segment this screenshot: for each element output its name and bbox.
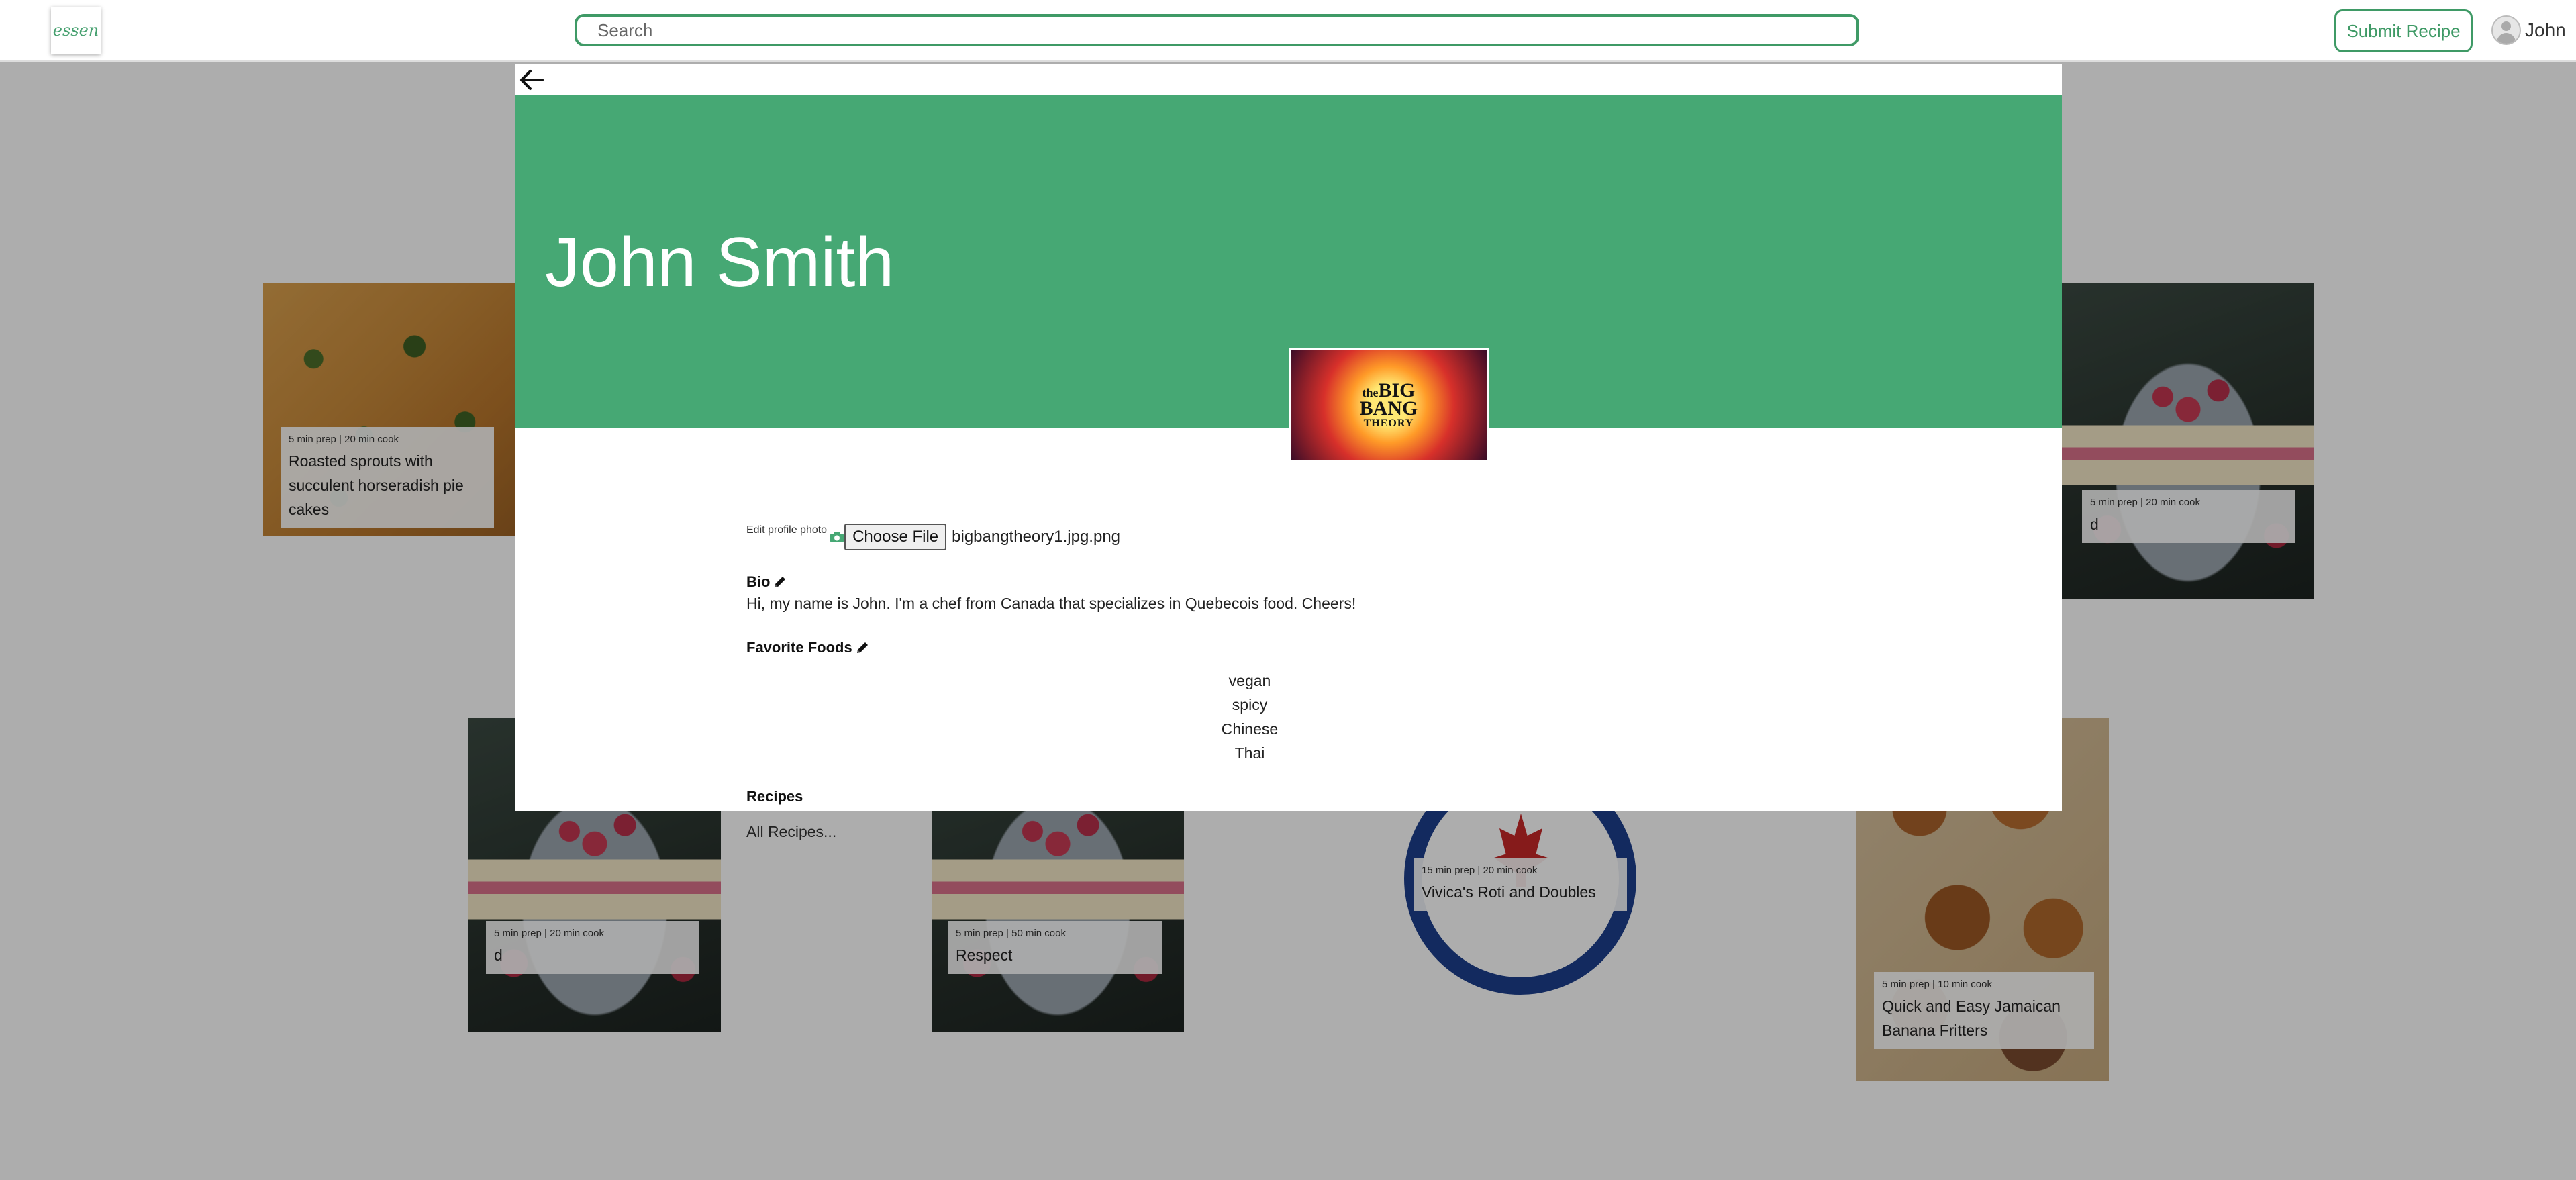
bio-heading: Bio — [746, 573, 787, 591]
edit-profile-photo-row: Edit profile photo Choose File bigbangth… — [746, 524, 1120, 550]
favorite-food-item: spicy — [1232, 696, 1268, 714]
choose-file-button[interactable]: Choose File — [844, 524, 947, 550]
user-menu[interactable]: John — [2491, 15, 2566, 46]
top-navbar: essen Submit Recipe John — [0, 0, 2576, 62]
favorite-food-item: Chinese — [1221, 720, 1279, 738]
edit-profile-photo-label: Edit profile photo — [746, 524, 828, 536]
profile-name: John Smith — [545, 224, 895, 301]
bio-text: Hi, my name is John. I'm a chef from Can… — [746, 595, 1356, 612]
profile-modal: John Smith theBIG BANG THEORY Edit profi… — [515, 64, 2062, 840]
favorite-foods-heading: Favorite Foods — [746, 639, 870, 656]
edit-bio-pencil-icon[interactable] — [773, 575, 787, 589]
camera-icon — [830, 532, 844, 542]
recipes-heading: Recipes — [746, 788, 803, 805]
page: essen Submit Recipe John 5 min prep | 20… — [0, 0, 2576, 1180]
search-input[interactable] — [575, 14, 1859, 46]
profile-photo-logo: theBIG BANG THEORY — [1359, 379, 1418, 429]
favorite-foods-list: vegan spicy Chinese Thai — [746, 669, 1753, 765]
submit-recipe-button[interactable]: Submit Recipe — [2334, 9, 2473, 52]
back-arrow-icon[interactable] — [518, 67, 545, 93]
profile-photo: theBIG BANG THEORY — [1289, 348, 1489, 462]
user-name: John — [2525, 19, 2566, 40]
favorite-food-item: vegan — [1228, 672, 1271, 689]
essen-logo[interactable]: essen — [51, 7, 101, 54]
favorite-food-item: Thai — [1234, 744, 1265, 762]
all-recipes-link[interactable]: All Recipes... — [746, 823, 836, 841]
user-avatar-icon — [2491, 15, 2521, 45]
modal-top-bar — [515, 64, 2062, 95]
selected-file-name: bigbangtheory1.jpg.png — [952, 528, 1121, 546]
edit-favorite-foods-pencil-icon[interactable] — [855, 640, 870, 655]
